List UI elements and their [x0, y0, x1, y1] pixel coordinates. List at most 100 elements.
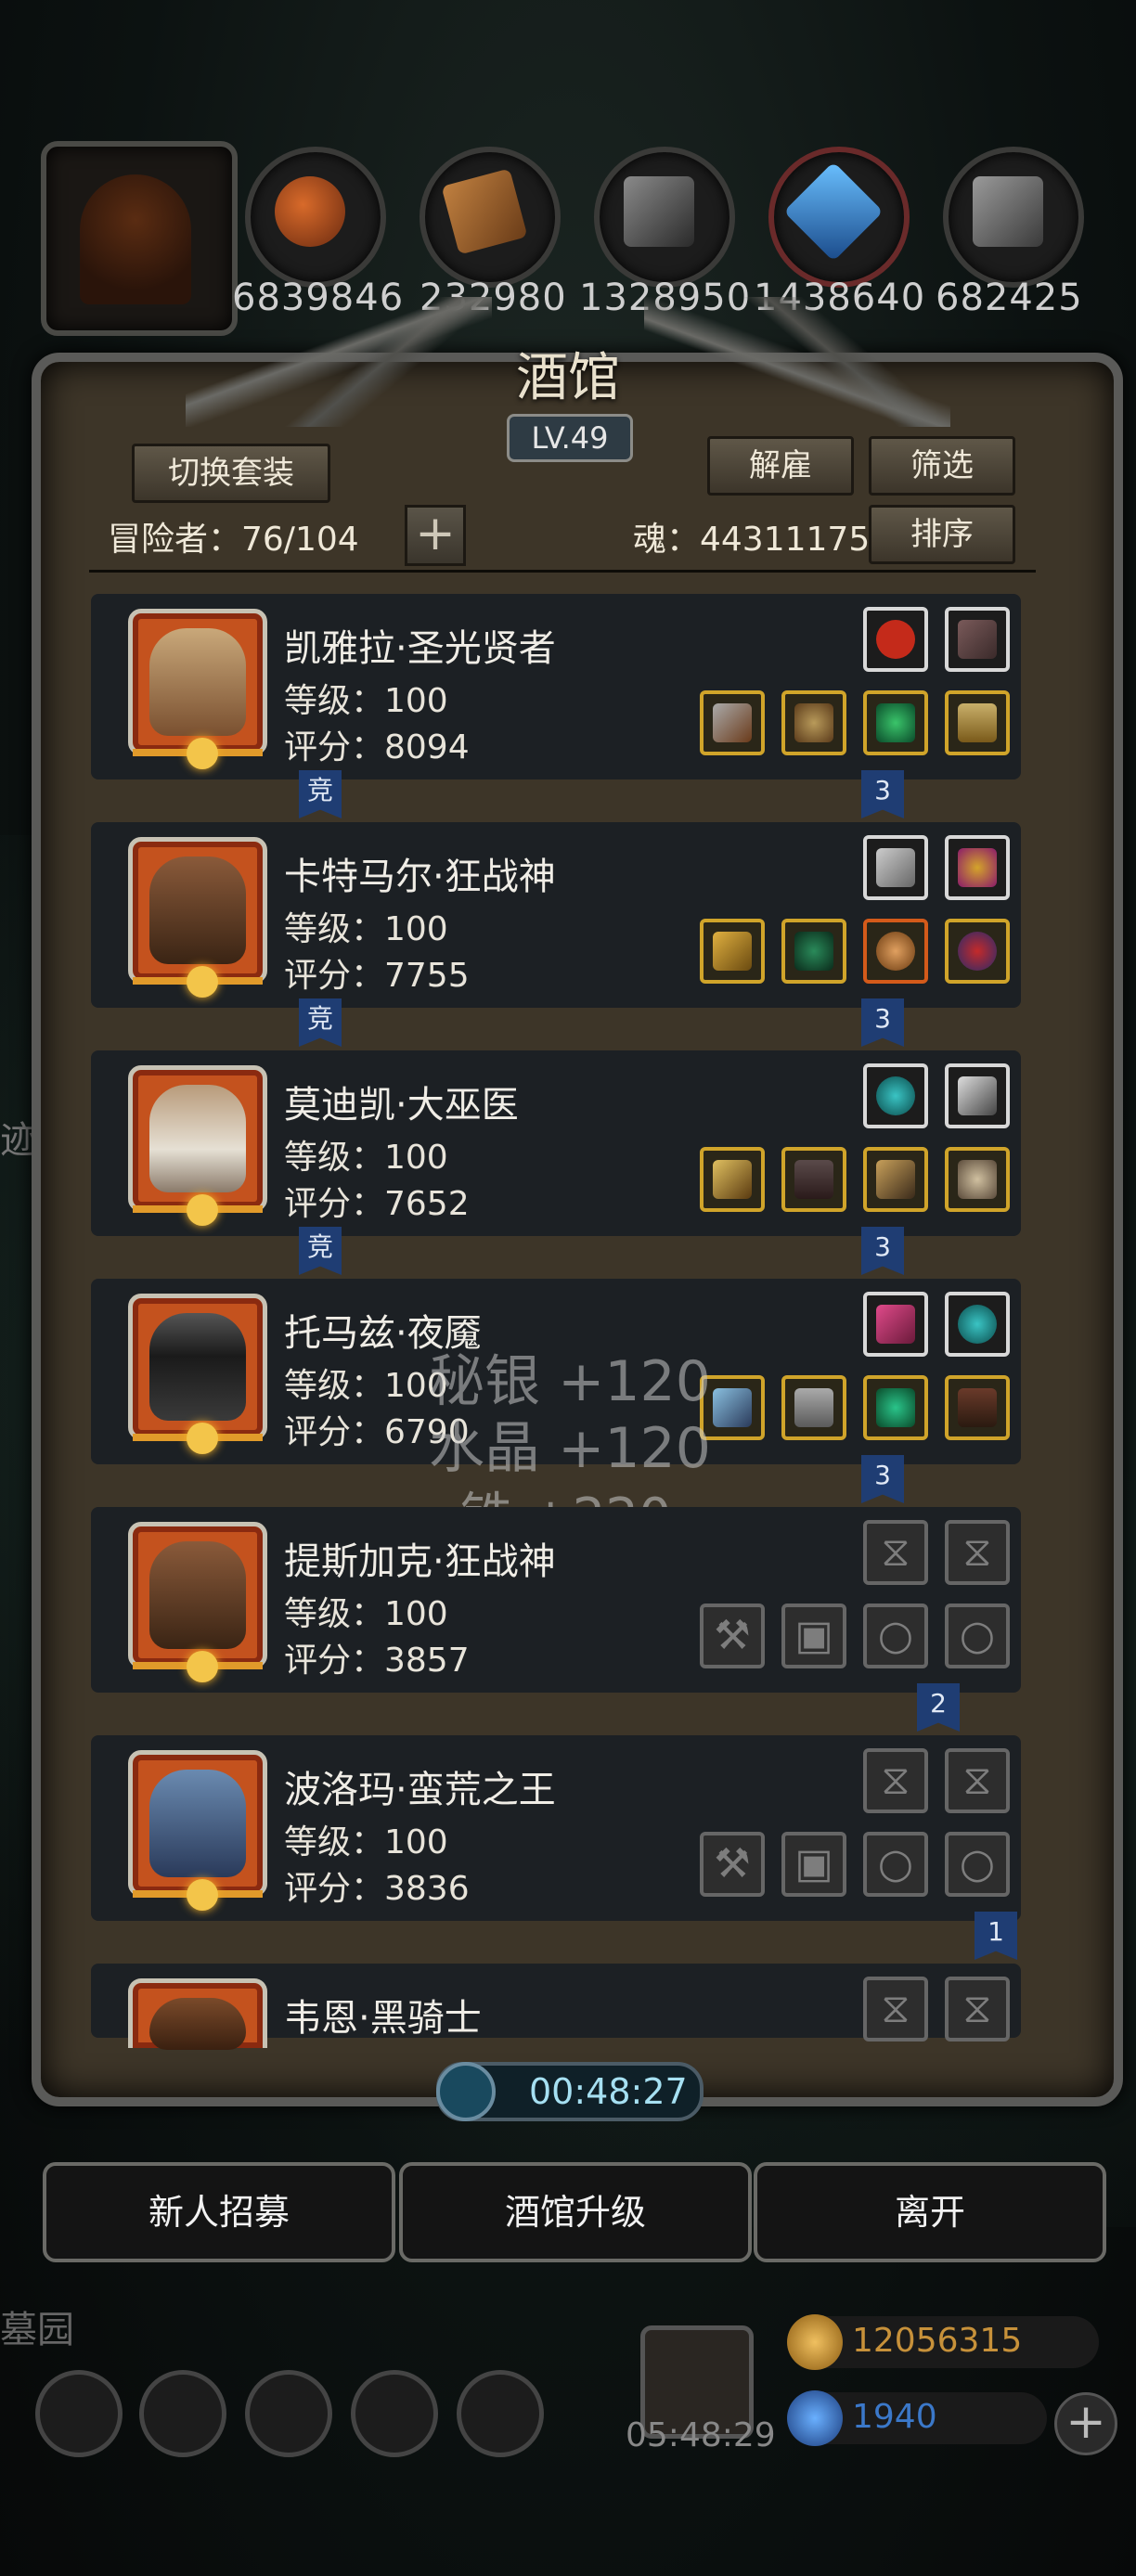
equipment-slot[interactable] [781, 1147, 846, 1212]
equipment-slot[interactable] [863, 1292, 928, 1357]
sort-button[interactable]: 排序 [869, 505, 1015, 564]
emblem-icon [958, 848, 997, 887]
empty-slot[interactable]: ○ [863, 1604, 928, 1668]
silver-value: 682425 [936, 277, 1083, 319]
upgrade-tavern-button[interactable]: 酒馆升级 [399, 2162, 752, 2262]
equipment-slot[interactable] [863, 607, 928, 672]
silver-icon [973, 176, 1043, 247]
add-capacity-button[interactable]: + [405, 505, 466, 566]
silver-resource[interactable] [943, 147, 1084, 288]
hero-card[interactable]: 韦恩·黑骑士 ⧖ ⧖ [91, 1964, 1021, 2050]
hero-card[interactable]: 莫迪凯·大巫医 等级：100 评分：7652 [91, 1050, 1021, 1236]
hero-level: 等级：100 [284, 1367, 448, 1405]
equipment-slot[interactable] [945, 1147, 1010, 1212]
equipment-slot[interactable] [945, 835, 1010, 900]
empty-slot[interactable]: ○ [945, 1604, 1010, 1668]
star-icon[interactable] [139, 2370, 226, 2457]
settings-icon[interactable] [35, 2370, 123, 2457]
hero-card[interactable]: 提斯加克·狂战神 等级：100 评分：3857 ⧖ ⧖ ⚒ ▣ ○ ○ [91, 1507, 1021, 1693]
mail-icon[interactable] [351, 2370, 438, 2457]
empty-slot[interactable]: ⚒ [700, 1832, 765, 1897]
feather-icon [958, 620, 997, 659]
equipment-slot[interactable] [781, 919, 846, 984]
dismiss-button[interactable]: 解雇 [707, 436, 854, 496]
hammer-icon [713, 703, 752, 742]
meat-icon [275, 176, 345, 247]
hero-avatar [128, 1750, 267, 1911]
recruit-button[interactable]: 新人招募 [43, 2162, 395, 2262]
hero-portrait [149, 628, 246, 736]
equipment-slot[interactable] [945, 1063, 1010, 1128]
switch-outfit-button[interactable]: 切换套装 [132, 444, 330, 503]
filter-button[interactable]: 筛选 [869, 436, 1015, 496]
chainmail-icon [794, 1388, 833, 1427]
armor-placeholder-icon: ▣ [794, 1612, 833, 1659]
hourglass-icon: ⧖ [962, 1757, 992, 1804]
equipment-slot[interactable] [781, 1375, 846, 1440]
empty-slot[interactable]: ⚒ [700, 1604, 765, 1668]
title-plate: 酒馆 [483, 336, 653, 410]
empty-slot[interactable]: ▣ [781, 1832, 846, 1897]
hero-avatar [128, 1522, 267, 1682]
meat-resource[interactable] [245, 147, 386, 288]
hero-name: 莫迪凯·大巫医 [284, 1084, 519, 1127]
hero-card[interactable]: 卡特马尔·狂战神 等级：100 评分：7755 [91, 822, 1021, 1008]
empty-slot[interactable]: ○ [945, 1832, 1010, 1897]
hero-card[interactable]: 凯雅拉·圣光贤者 等级：100 评分：8094 [91, 594, 1021, 779]
guild-icon[interactable] [245, 2370, 332, 2457]
equipment-slot[interactable] [863, 919, 928, 984]
equipment-slot[interactable] [945, 919, 1010, 984]
equipment-slot[interactable] [945, 1292, 1010, 1357]
hero-card[interactable]: 波洛玛·蛮荒之王 等级：100 评分：3836 ⧖ ⧖ ⚒ ▣ ○ ○ [91, 1735, 1021, 1921]
equipment-slot[interactable] [863, 1063, 928, 1128]
moon-icon [187, 1194, 218, 1226]
gift-timer: 05:48:29 [626, 2416, 776, 2454]
ring-placeholder-icon: ○ [877, 1612, 914, 1659]
soul-count: 魂：44311175 [633, 521, 871, 559]
equipment-slot[interactable] [863, 1375, 928, 1440]
equipment-slot[interactable] [945, 690, 1010, 755]
iron-resource[interactable] [594, 147, 735, 288]
tavern-refresh-timer: 00:48:27 [436, 2062, 704, 2121]
wood-resource[interactable] [420, 147, 561, 288]
globe-icon[interactable] [457, 2370, 544, 2457]
hero-level: 等级：100 [284, 910, 448, 948]
hero-portrait [149, 1085, 246, 1192]
hero-portrait [149, 1998, 246, 2050]
dagger-icon [713, 1388, 752, 1427]
empty-slot[interactable]: ⧖ [863, 1748, 928, 1813]
cloak-icon [958, 703, 997, 742]
equipment-slot[interactable] [781, 690, 846, 755]
empty-slot[interactable]: ⧖ [945, 1520, 1010, 1585]
empty-slot[interactable]: ▣ [781, 1604, 846, 1668]
equipment-slot[interactable] [700, 919, 765, 984]
ring-icon [876, 703, 915, 742]
equipment-slot[interactable] [700, 690, 765, 755]
moon-icon [187, 1879, 218, 1911]
empty-slot[interactable]: ○ [863, 1832, 928, 1897]
equipment-slot[interactable] [863, 690, 928, 755]
equipment-slot[interactable] [945, 607, 1010, 672]
axe-placeholder-icon: ⚒ [714, 1840, 751, 1887]
equipment-slot[interactable] [863, 835, 928, 900]
empty-slot[interactable]: ⧖ [945, 1977, 1010, 2041]
hourglass-icon: ⧖ [962, 1528, 992, 1576]
ring-placeholder-icon: ○ [877, 1840, 914, 1887]
hourglass-icon: ⧖ [881, 1757, 910, 1804]
timer-text: 00:48:27 [529, 2071, 688, 2112]
empty-slot[interactable]: ⧖ [863, 1977, 928, 2041]
iron-icon [624, 176, 694, 247]
equipment-slot[interactable] [945, 1375, 1010, 1440]
axe-icon [713, 932, 752, 971]
leave-button[interactable]: 离开 [754, 2162, 1106, 2262]
crystal-resource[interactable] [768, 147, 910, 288]
cyan-gem-icon [876, 1076, 915, 1115]
empty-slot[interactable]: ⧖ [945, 1748, 1010, 1813]
staff-icon [713, 1160, 752, 1199]
equipment-slot[interactable] [700, 1147, 765, 1212]
gem-icon [787, 2390, 843, 2446]
add-currency-button[interactable]: + [1054, 2392, 1117, 2455]
hero-score: 评分：3836 [284, 1870, 470, 1908]
empty-slot[interactable]: ⧖ [863, 1520, 928, 1585]
equipment-slot[interactable] [863, 1147, 928, 1212]
